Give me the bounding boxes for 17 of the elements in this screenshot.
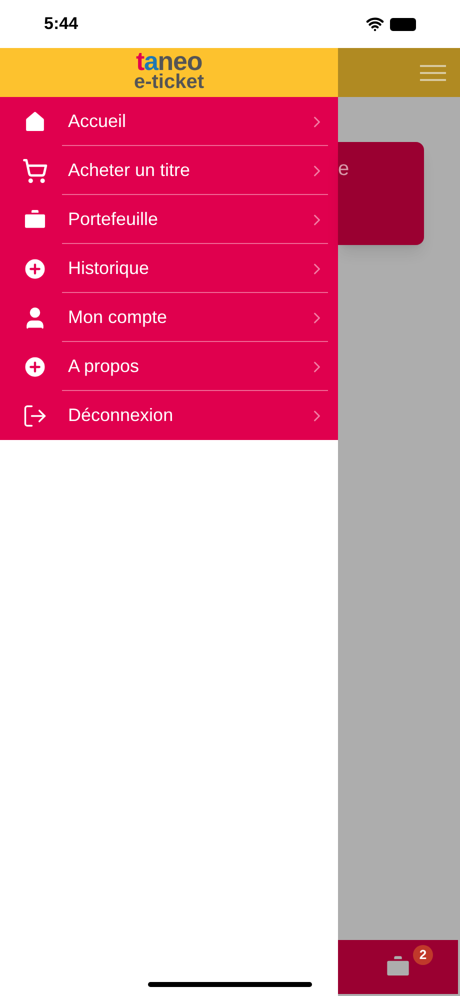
menu-item[interactable]: Portefeuille [0, 195, 338, 244]
menu-item[interactable]: Déconnexion [0, 391, 338, 440]
logo-wordmark: taneo [136, 50, 202, 72]
menu-icon[interactable] [420, 64, 446, 80]
menu-item[interactable]: Mon compte [0, 293, 338, 342]
menu-item[interactable]: Historique [0, 244, 338, 293]
logout-icon [22, 402, 48, 428]
menu-item[interactable]: A propos [0, 342, 338, 391]
menu-item[interactable]: Acheter un titre [0, 146, 338, 195]
notification-badge: 2 [413, 945, 433, 965]
menu-item[interactable]: Accueil [0, 97, 338, 146]
status-time: 5:44 [44, 13, 78, 36]
card-text: e [338, 158, 350, 180]
wifi-icon [366, 15, 384, 33]
battery-icon [390, 18, 416, 30]
logo-subtitle: e-ticket [134, 72, 204, 92]
cart-icon [22, 158, 48, 184]
